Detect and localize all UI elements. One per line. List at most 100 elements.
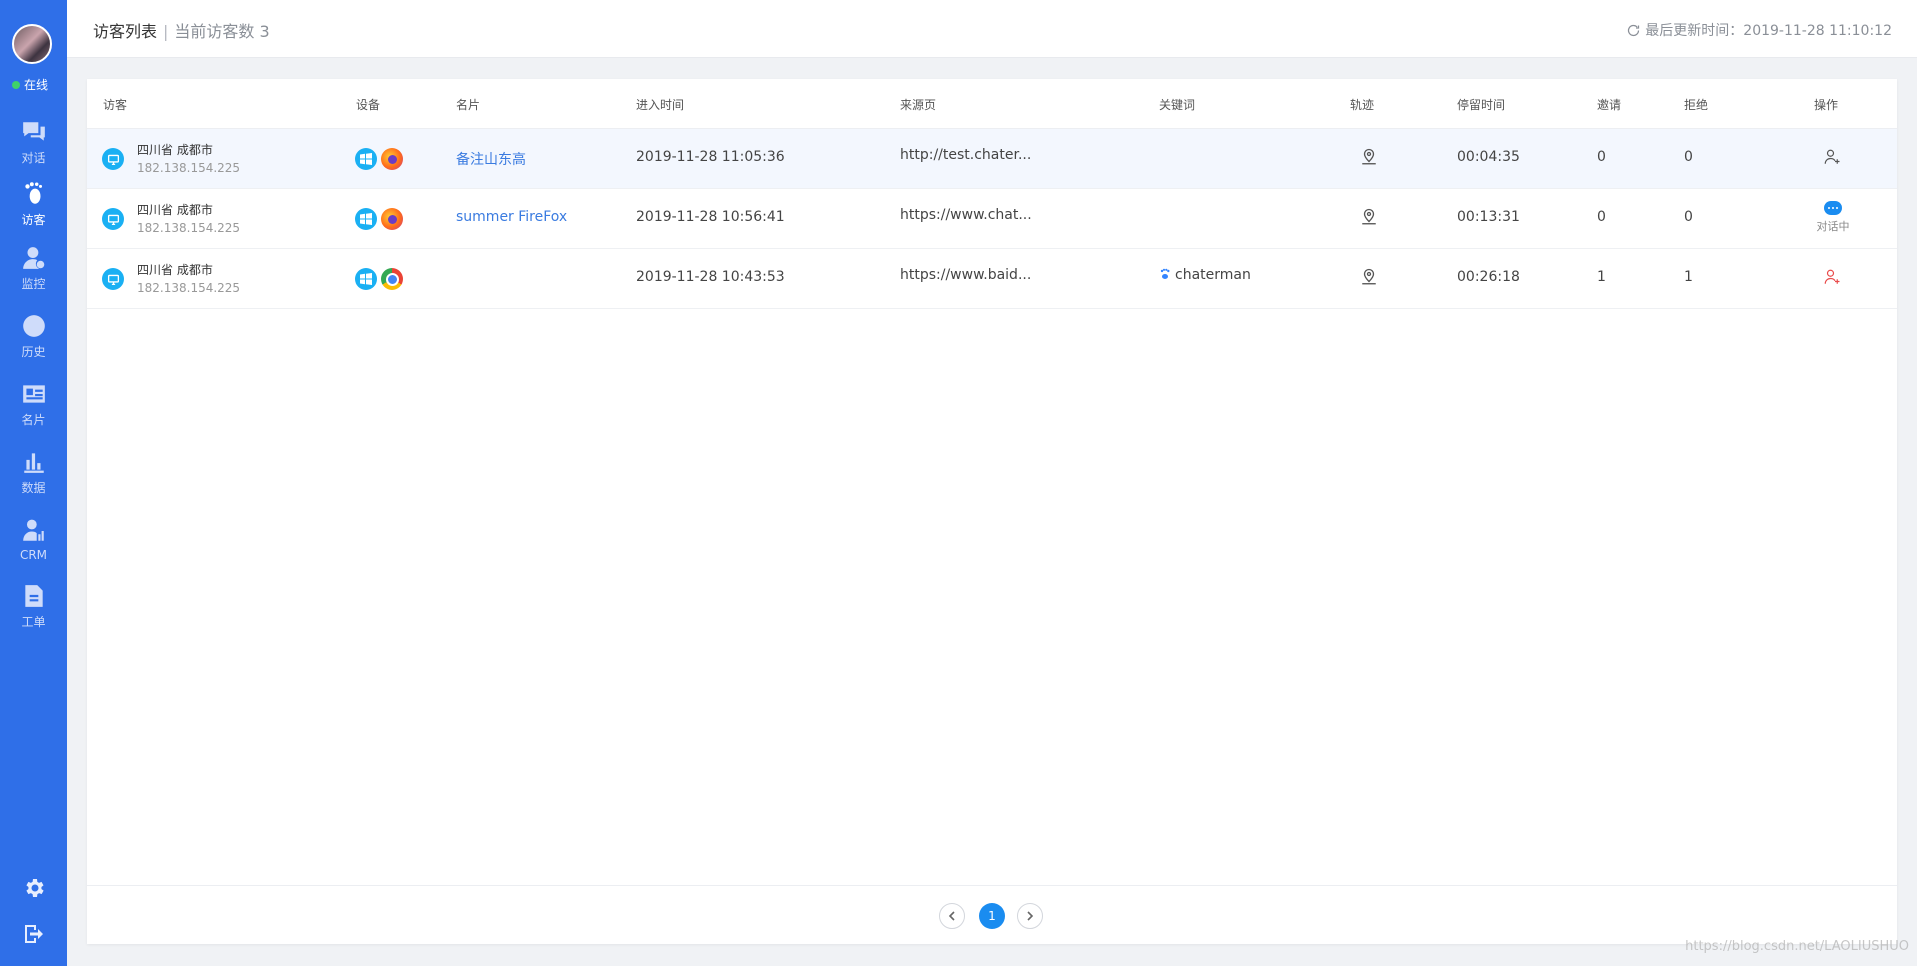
- source-page[interactable]: https://www.chat...: [900, 207, 1032, 223]
- location-pin-icon: [1362, 208, 1376, 225]
- table-row[interactable]: 四川省 成都市 182.138.154.225 summer FireFox 2…: [87, 189, 1897, 249]
- sidebar-item-label: 名片: [21, 412, 46, 427]
- table-row[interactable]: 四川省 成都市 182.138.154.225 2019-11-28 10:43…: [87, 249, 1897, 309]
- add-user-icon: [1824, 149, 1840, 164]
- sidebar-item-monitor[interactable]: 监控: [0, 238, 67, 298]
- stay-duration: 00:04:35: [1457, 149, 1520, 165]
- visitor-count: 当前访客数 3: [174, 22, 270, 41]
- sidebar-item-label: CRM: [19, 548, 48, 562]
- title-separator: |: [163, 22, 169, 41]
- sidebar-item-label: 监控: [21, 276, 46, 291]
- bar-chart-icon: [23, 452, 44, 473]
- desktop-icon: [102, 148, 124, 170]
- card-icon: [22, 384, 45, 403]
- crm-icon: [22, 519, 44, 541]
- ticket-icon: [24, 584, 43, 607]
- visitor-location: 四川省 成都市: [137, 143, 213, 157]
- page-title: 访客列表 | 当前访客数 3: [93, 18, 270, 42]
- track-button[interactable]: [1360, 268, 1378, 290]
- sidebar-item-history[interactable]: 历史: [0, 306, 67, 366]
- prev-page-button[interactable]: [939, 903, 965, 929]
- stay-duration: 00:13:31: [1457, 209, 1520, 225]
- search-keyword: chaterman: [1159, 267, 1251, 283]
- reject-count: 0: [1684, 149, 1693, 165]
- track-button[interactable]: [1360, 208, 1378, 230]
- track-button[interactable]: [1360, 148, 1378, 170]
- chevron-left-icon: [948, 911, 955, 921]
- column-header: 邀请: [1597, 98, 1622, 112]
- invite-button[interactable]: [1823, 148, 1841, 170]
- sidebar-item-data[interactable]: 数据: [0, 442, 67, 502]
- baidu-paw-icon: [1159, 268, 1171, 280]
- table-row[interactable]: 四川省 成都市 182.138.154.225 备注山东高 2019-11-28…: [87, 129, 1897, 189]
- chat-icon: [22, 121, 45, 141]
- refresh-icon: [1628, 24, 1640, 36]
- column-header: 轨迹: [1350, 98, 1375, 112]
- visitor-ip: 182.138.154.225: [137, 161, 241, 175]
- chatting-status-button[interactable]: 对话中: [1810, 201, 1856, 234]
- logout-button[interactable]: [0, 922, 67, 946]
- page-title-text: 访客列表: [93, 22, 158, 41]
- visitor-ip: 182.138.154.225: [137, 281, 241, 295]
- visitor-card-link[interactable]: 备注山东高: [456, 149, 526, 169]
- desktop-icon: [102, 268, 124, 290]
- visitor-location: 四川省 成都市: [137, 263, 213, 277]
- windows-icon: [355, 208, 377, 230]
- footprint-icon: [24, 181, 42, 204]
- sidebar-item-label: 访客: [21, 212, 46, 227]
- invite-button[interactable]: [1823, 268, 1841, 290]
- column-header: 操作: [1814, 98, 1839, 112]
- page-header: 访客列表 | 当前访客数 3 最后更新时间：2019-11-28 11:10:12: [67, 0, 1917, 58]
- last-updated-text: 最后更新时间：2019-11-28 11:10:12: [1645, 23, 1892, 39]
- sidebar-item-label: 数据: [21, 480, 46, 495]
- gear-icon: [25, 879, 44, 897]
- sidebar-item-cards[interactable]: 名片: [0, 374, 67, 434]
- avatar[interactable]: [12, 24, 52, 64]
- next-page-button[interactable]: [1017, 903, 1043, 929]
- firefox-icon: [381, 148, 403, 170]
- stay-duration: 00:26:18: [1457, 269, 1520, 285]
- windows-icon: [355, 148, 377, 170]
- chatting-label: 对话中: [1816, 220, 1850, 233]
- logout-icon: [24, 925, 43, 943]
- column-header: 访客: [103, 98, 128, 112]
- visitor-location: 四川省 成都市: [137, 203, 213, 217]
- enter-time: 2019-11-28 10:56:41: [636, 209, 785, 225]
- firefox-icon: [381, 208, 403, 230]
- column-header: 设备: [356, 98, 381, 112]
- sidebar-item-label: 历史: [21, 344, 46, 359]
- sidebar-item-label: 工单: [21, 614, 46, 629]
- watermark: https://blog.csdn.net/LAOLIUSHUO: [1685, 939, 1909, 954]
- column-header: 进入时间: [636, 98, 685, 112]
- online-dot-icon: [12, 80, 20, 89]
- sidebar-item-visitors[interactable]: 访客: [0, 174, 67, 234]
- column-header: 来源页: [900, 98, 937, 112]
- visitor-table-panel: 访客 设备 名片 进入时间 来源页 关键词 轨迹 停留时间 邀请 拒绝 操作 四…: [87, 79, 1897, 944]
- enter-time: 2019-11-28 11:05:36: [636, 149, 785, 165]
- sidebar-item-crm[interactable]: CRM: [0, 510, 67, 570]
- pagination: 1: [87, 885, 1897, 944]
- column-header: 拒绝: [1684, 98, 1709, 112]
- page-number-current[interactable]: 1: [979, 903, 1005, 929]
- sidebar-item-chat[interactable]: 对话: [0, 112, 67, 172]
- add-user-icon: [1824, 269, 1840, 284]
- source-page[interactable]: https://www.baid...: [900, 267, 1031, 283]
- invite-count: 1: [1597, 269, 1606, 285]
- column-header: 名片: [456, 98, 481, 112]
- sidebar-item-tickets[interactable]: 工单: [0, 576, 67, 636]
- chrome-icon: [381, 268, 403, 290]
- sidebar-item-label: 对话: [21, 150, 46, 165]
- invite-count: 0: [1597, 149, 1606, 165]
- location-pin-icon: [1362, 148, 1376, 165]
- source-page[interactable]: http://test.chater...: [900, 147, 1031, 163]
- enter-time: 2019-11-28 10:43:53: [636, 269, 785, 285]
- table-header: 访客 设备 名片 进入时间 来源页 关键词 轨迹 停留时间 邀请 拒绝 操作: [87, 79, 1897, 129]
- last-updated[interactable]: 最后更新时间：2019-11-28 11:10:12: [1626, 20, 1892, 40]
- settings-button[interactable]: [0, 876, 67, 900]
- column-header: 停留时间: [1457, 98, 1506, 112]
- visitor-card-link[interactable]: summer FireFox: [456, 209, 567, 225]
- reject-count: 0: [1684, 209, 1693, 225]
- sidebar: 在线 对话 访客 监控 历史 名片 数据 CRM 工单: [0, 0, 67, 966]
- windows-icon: [355, 268, 377, 290]
- location-pin-icon: [1362, 268, 1376, 285]
